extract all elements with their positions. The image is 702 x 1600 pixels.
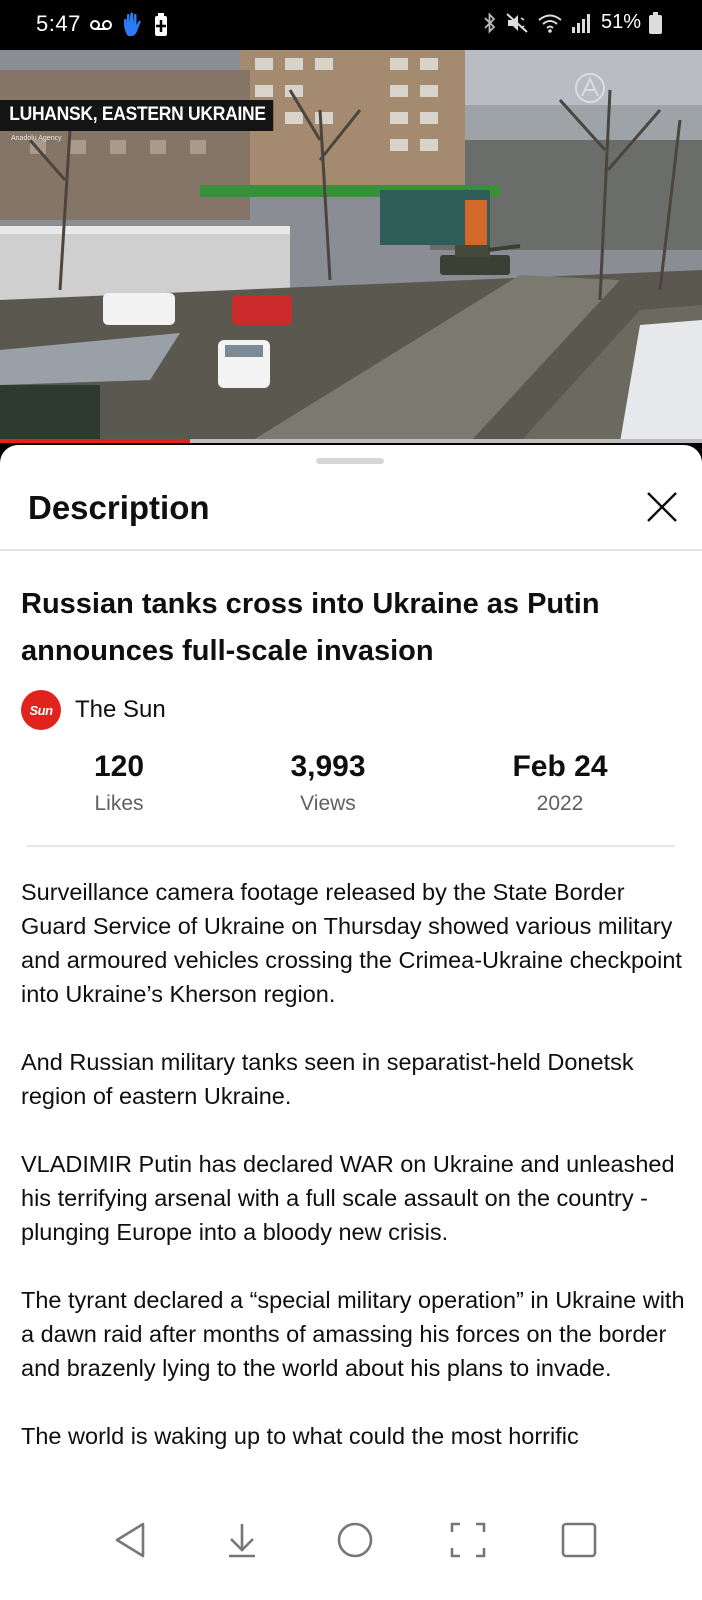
description-paragraph: And Russian military tanks seen in separ… bbox=[21, 1049, 634, 1109]
home-icon bbox=[337, 1522, 373, 1558]
stat-likes: 120 Likes bbox=[19, 750, 219, 816]
video-stats: 120 Likes 3,993 Views Feb 24 2022 bbox=[0, 750, 702, 830]
recents-button[interactable] bbox=[557, 1518, 601, 1562]
status-bar: 5:47 51% bbox=[0, 0, 702, 50]
views-label: Views bbox=[300, 792, 356, 815]
drag-handle[interactable] bbox=[316, 458, 384, 464]
close-icon bbox=[647, 492, 677, 522]
description-paragraph: The world is waking up to what could the… bbox=[21, 1423, 579, 1449]
description-paragraph: The tyrant declared a “special military … bbox=[21, 1287, 685, 1381]
stat-date: Feb 24 2022 bbox=[460, 750, 660, 816]
status-time: 5:47 bbox=[36, 11, 81, 36]
video-progress-bar[interactable] bbox=[0, 439, 702, 443]
divider bbox=[27, 845, 675, 847]
navigation-bar bbox=[0, 1488, 702, 1600]
recents-icon bbox=[561, 1522, 597, 1558]
description-body: Surveillance camera footage released by … bbox=[21, 875, 689, 1487]
screenshot-icon bbox=[450, 1522, 486, 1558]
hand-icon bbox=[124, 12, 141, 36]
video-title: Russian tanks cross into Ukraine as Puti… bbox=[21, 588, 600, 667]
channel-avatar[interactable]: Sun bbox=[21, 690, 61, 730]
video-progress-played bbox=[0, 439, 190, 443]
close-button[interactable] bbox=[642, 487, 682, 527]
video-location-caption: LUHANSK, EASTERN UKRAINE bbox=[0, 100, 274, 131]
download-icon bbox=[229, 1524, 255, 1558]
likes-label: Likes bbox=[94, 792, 144, 815]
voicemail-icon bbox=[90, 20, 112, 30]
bluetooth-icon bbox=[484, 11, 496, 34]
sheet-title: Description bbox=[28, 489, 210, 526]
video-credit: Anadolu Agency bbox=[11, 135, 62, 142]
screenshot-button[interactable] bbox=[446, 1518, 490, 1562]
battery-saver-icon bbox=[155, 13, 167, 36]
publish-date: Feb 24 bbox=[512, 750, 608, 783]
back-icon bbox=[115, 1522, 145, 1558]
channel-name[interactable]: The Sun bbox=[75, 696, 166, 724]
description-sheet: Description Russian tanks cross into Ukr… bbox=[0, 445, 702, 1600]
description-paragraph: VLADIMIR Putin has declared WAR on Ukrai… bbox=[21, 1151, 675, 1245]
likes-count: 120 bbox=[93, 750, 145, 783]
back-button[interactable] bbox=[109, 1518, 153, 1562]
views-count: 3,993 bbox=[290, 750, 366, 783]
channel-link[interactable]: Sun The Sun bbox=[21, 690, 166, 730]
battery-percent: 51% bbox=[600, 11, 641, 33]
signal-icon bbox=[571, 13, 590, 33]
download-button[interactable] bbox=[220, 1518, 264, 1562]
stat-views: 3,993 Views bbox=[228, 750, 428, 816]
description-paragraph: Surveillance camera footage released by … bbox=[21, 879, 682, 1007]
divider bbox=[0, 549, 702, 551]
battery-icon bbox=[649, 11, 662, 34]
wifi-icon bbox=[538, 14, 562, 33]
video-player[interactable]: LUHANSK, EASTERN UKRAINE Anadolu Agency bbox=[0, 50, 702, 442]
mute-icon bbox=[506, 12, 528, 33]
publish-year: 2022 bbox=[536, 792, 584, 815]
home-button[interactable] bbox=[333, 1518, 377, 1562]
